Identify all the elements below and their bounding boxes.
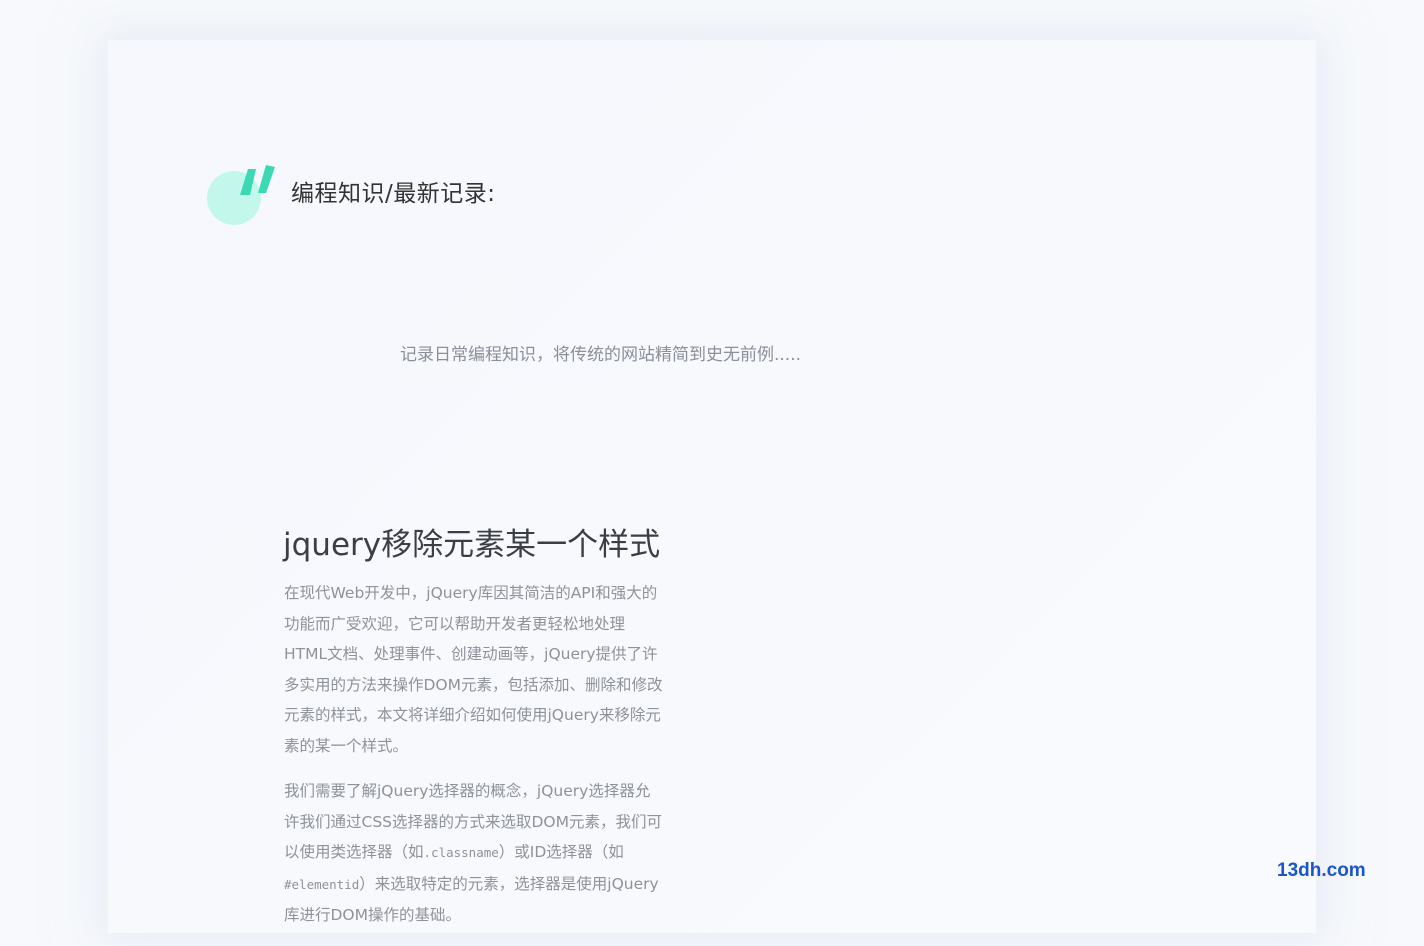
article-title[interactable]: jquery移除元素某一个样式 (283, 519, 660, 564)
inline-code: .classname (423, 845, 499, 860)
article-paragraph: 在现代Web开发中，jQuery库因其简洁的API和强大的功能而广受欢迎，它可以… (284, 584, 663, 755)
inline-code: #elementid (284, 876, 360, 892)
article-body: 在现代Web开发中，jQuery库因其简洁的API和强大的功能而广受欢迎，它可以… (284, 578, 664, 946)
site-watermark: 13dh.com (1277, 860, 1366, 881)
section-title: 编程知识/最新记录: (291, 181, 496, 207)
article-paragraph: 我们需要了解jQuery选择器的概念，jQuery选择器允许我们通过CSS选择器… (284, 776, 664, 931)
article-text: ）或ID选择器（如 (498, 843, 624, 861)
section-tagline: 记录日常编程知识，将传统的网站精简到史无前例..... (400, 345, 802, 365)
quote-mark-icon (207, 165, 275, 225)
